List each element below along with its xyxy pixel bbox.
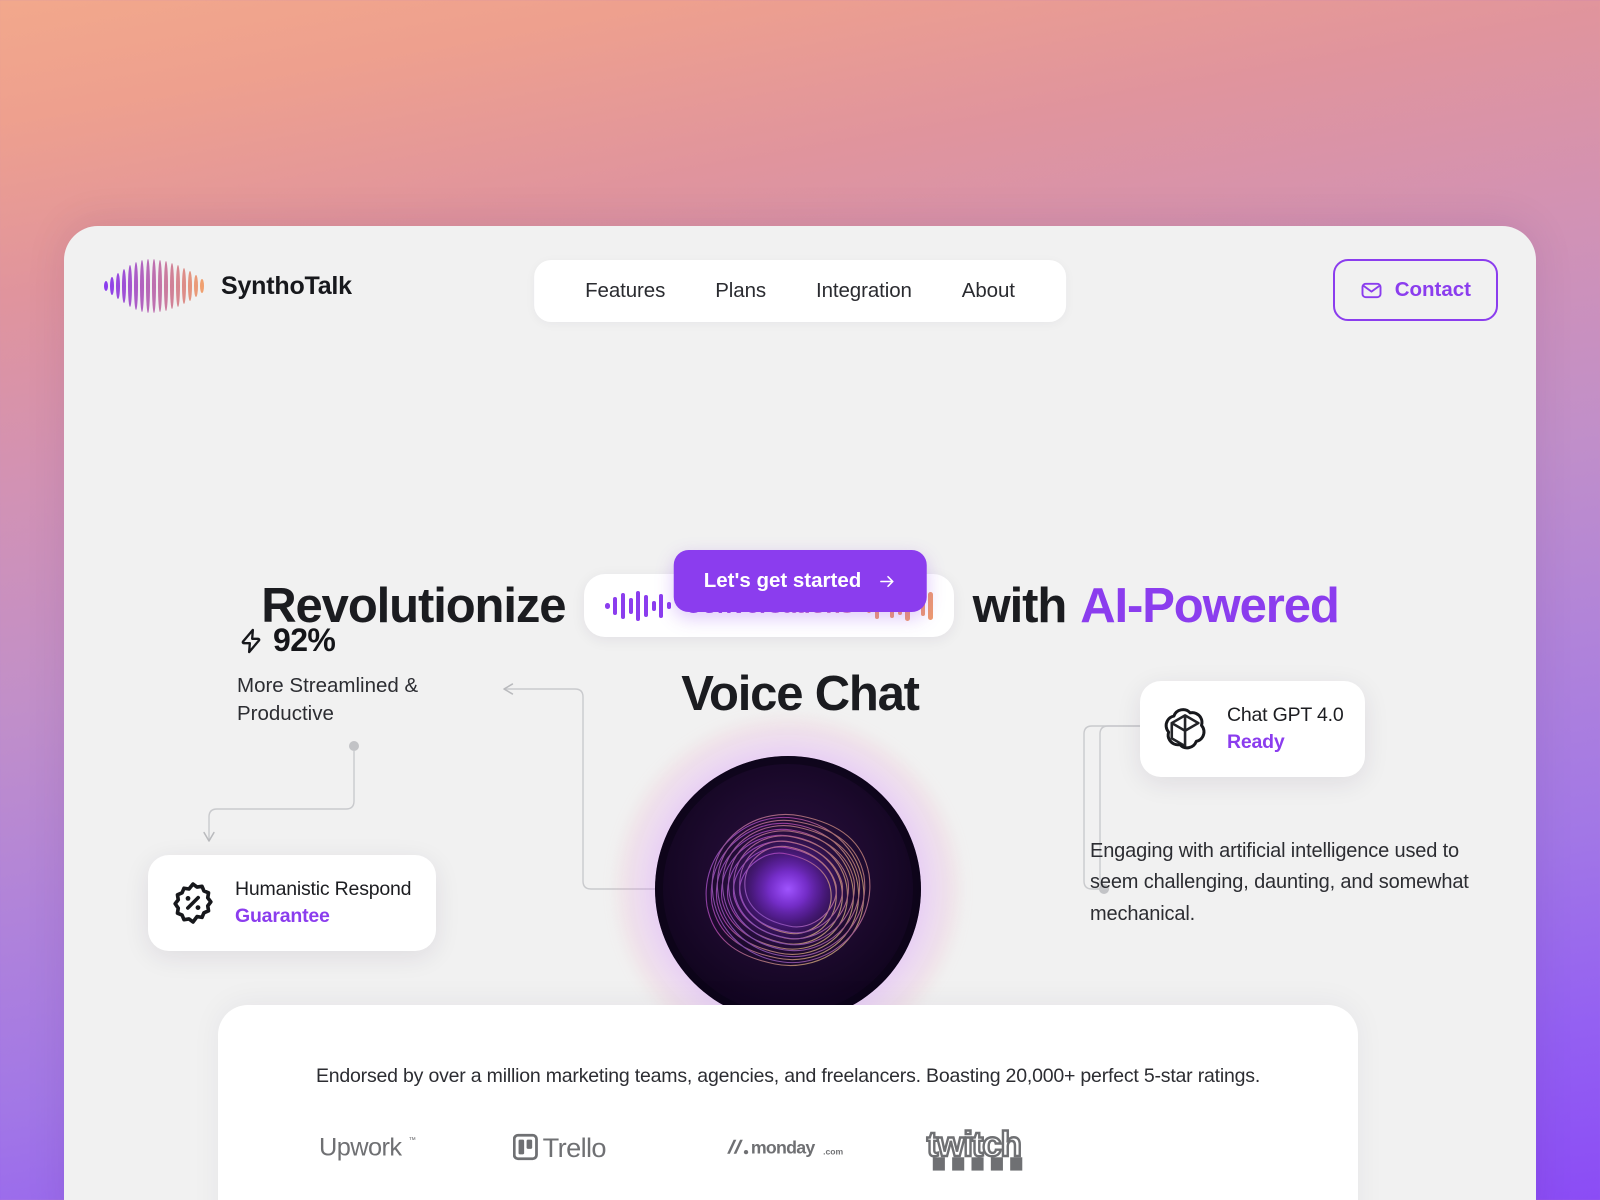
partners-text: Endorsed by over a million marketing tea… — [315, 1065, 1261, 1087]
app-window: SynthoTalk Features Plans Integration Ab… — [64, 226, 1536, 1200]
wave-bar — [620, 592, 626, 619]
svg-text:™: ™ — [409, 1135, 417, 1144]
nav-item-about[interactable]: About — [937, 279, 1040, 303]
svg-text:.com: .com — [823, 1146, 843, 1156]
wave-bar — [666, 602, 672, 609]
stat-block: 92% More Streamlined & Productive — [237, 622, 497, 727]
logo-wave-bar — [140, 260, 144, 312]
stat-value: 92% — [273, 622, 336, 658]
wave-bar — [643, 594, 649, 617]
brand[interactable]: SynthoTalk — [104, 259, 352, 313]
get-started-button[interactable]: Let's get started — [673, 550, 927, 612]
get-started-label: Let's get started — [703, 569, 862, 592]
logo-wave-bar — [176, 265, 180, 307]
chatgpt-card-subtitle: Ready — [1227, 731, 1285, 753]
connector-dot-left — [349, 741, 359, 751]
trello-logo-icon: Trello — [513, 1132, 607, 1163]
trello-logo[interactable]: Trello — [513, 1128, 649, 1166]
waveform-left-icon — [605, 589, 672, 623]
guarantee-card[interactable]: Humanistic Respond Guarantee — [148, 855, 436, 951]
logo-wave-bar — [104, 281, 108, 291]
orb-body — [655, 756, 921, 1022]
mail-icon — [1361, 282, 1382, 298]
wave-bar — [928, 591, 933, 620]
nav-item-features[interactable]: Features — [560, 279, 690, 303]
upwork-logo-icon: Upwork ™ — [319, 1133, 417, 1161]
logo-wave-bar — [146, 259, 150, 313]
logo-wave-bar — [116, 273, 120, 299]
logo-wave-bar — [188, 271, 192, 301]
right-description: Engaging with artificial intelligence us… — [1090, 840, 1469, 925]
guarantee-card-subtitle: Guarantee — [235, 905, 330, 927]
logo-wave-bar — [152, 259, 156, 313]
logo-wave-bar — [182, 268, 186, 304]
openai-logo-icon — [1164, 708, 1206, 750]
hero-word-voice-chat: Voice Chat — [681, 667, 920, 721]
wave-bar — [636, 590, 641, 621]
main-nav: Features Plans Integration About — [534, 260, 1066, 322]
svg-text:Upwork: Upwork — [319, 1133, 402, 1161]
partners-card: Endorsed by over a million marketing tea… — [218, 1005, 1358, 1200]
logo-wave-bar — [164, 261, 168, 311]
wave-bar — [628, 597, 633, 614]
site-header: SynthoTalk Features Plans Integration Ab… — [64, 226, 1536, 356]
logo-wave-bar — [194, 275, 198, 297]
arrow-right-icon — [879, 575, 894, 587]
guarantee-card-title: Humanistic Respond — [235, 878, 412, 900]
nav-item-plans[interactable]: Plans — [690, 279, 791, 303]
monday-logo-icon: monday .com — [727, 1138, 844, 1158]
wave-bar — [659, 593, 664, 618]
stat-description: More Streamlined & Productive — [237, 674, 419, 725]
chatgpt-card-title: Chat GPT 4.0 — [1227, 704, 1344, 726]
percent-badge-icon — [173, 882, 213, 924]
wave-bar — [651, 600, 656, 611]
contact-label: Contact — [1394, 278, 1471, 301]
wave-bar — [613, 596, 618, 615]
upwork-logo[interactable]: Upwork ™ — [319, 1129, 437, 1165]
lightning-bolt-icon — [241, 628, 261, 653]
brand-name: SynthoTalk — [221, 271, 352, 300]
svg-text:monday: monday — [751, 1138, 816, 1158]
waveform-logo-icon — [104, 259, 204, 313]
logo-wave-bar — [170, 263, 174, 309]
twitch-logo-icon: twitch — [926, 1124, 1023, 1171]
svg-text:Trello: Trello — [543, 1132, 606, 1163]
chatgpt-card[interactable]: Chat GPT 4.0 Ready — [1140, 681, 1365, 777]
orb-waveform-art — [655, 756, 921, 1022]
twitch-logo[interactable]: twitch — [925, 1121, 1047, 1173]
logo-wave-bar — [122, 269, 126, 303]
contact-button[interactable]: Contact — [1332, 259, 1498, 321]
logo-wave-bar — [134, 262, 138, 310]
logo-wave-bar — [128, 265, 132, 307]
partners-logos: Upwork ™ Trello monday .com twitch — [218, 1121, 1358, 1173]
hero-word-with: with — [972, 578, 1068, 633]
hero-word-ai-powered: AI-Powered — [1080, 578, 1340, 633]
logo-wave-bar — [110, 277, 114, 295]
monday-logo[interactable]: monday .com — [725, 1132, 849, 1162]
nav-item-integration[interactable]: Integration — [791, 279, 937, 303]
logo-wave-bar — [200, 279, 204, 293]
wave-bar — [605, 602, 610, 609]
logo-wave-bar — [158, 260, 162, 312]
ai-voice-orb — [617, 718, 959, 1060]
